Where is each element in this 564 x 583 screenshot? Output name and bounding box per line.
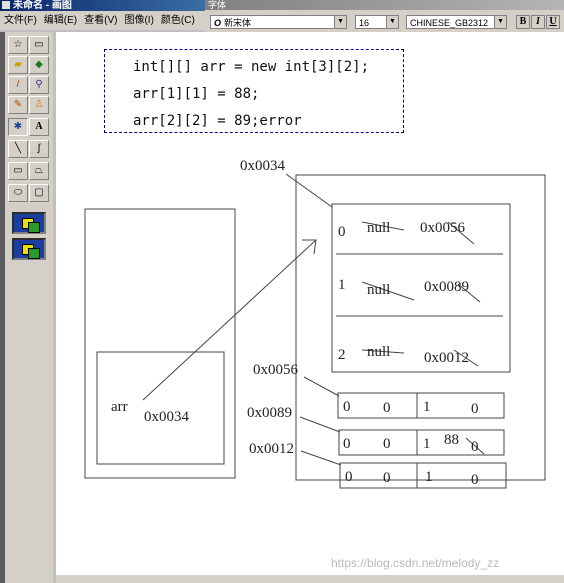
charset-value: CHINESE_GB2312 <box>410 18 489 28</box>
arr-variable-label: arr <box>111 399 128 415</box>
color-palette-icon[interactable] <box>12 212 46 234</box>
status-strip <box>56 575 564 583</box>
polygon-icon[interactable]: ⏢ <box>29 162 49 180</box>
menu-edit[interactable]: 编辑(E) <box>44 15 77 26</box>
drawing-canvas[interactable]: int[][] arr = new int[3][2]; arr[1][1] =… <box>56 32 564 575</box>
window-title: 未命名 - 画图 <box>13 0 72 11</box>
rounded-rect-icon[interactable]: ▢ <box>29 184 49 202</box>
cell-index: 0 <box>343 436 351 452</box>
font-name-value: 新宋体 <box>224 18 252 28</box>
ellipse-icon[interactable]: ⬭ <box>8 184 28 202</box>
row-ref-address: 0x0012 <box>424 350 469 366</box>
rect-select-icon[interactable]: ▭ <box>29 36 49 54</box>
color-swap-icon[interactable] <box>12 238 46 260</box>
fill-bucket-icon[interactable]: ◆ <box>29 56 49 74</box>
inner-array-address: 0x0012 <box>249 441 294 457</box>
font-size-select[interactable]: 16 ▼ <box>355 15 399 29</box>
eyedropper-icon[interactable]: / <box>8 76 28 94</box>
font-toolbar: 字体 O 新宋体 ▼ 16 ▼ CHINESE_GB2312 ▼ B I U <box>205 0 564 33</box>
inner-array-box <box>339 462 507 489</box>
tool-box: ☆ ▭ ▰ ◆ / ⚲ ✎ ♙ ✱ A ╲ ∫ ▭ ⏢ ⬭ ▢ <box>5 32 53 583</box>
row-index: 2 <box>338 347 346 363</box>
cell-new-value: 88 <box>444 432 459 448</box>
underline-button[interactable]: U <box>546 15 560 29</box>
magnifier-icon[interactable]: ⚲ <box>29 76 49 94</box>
inner-array-address: 0x0089 <box>247 405 292 421</box>
cell-value: 0 <box>383 400 391 416</box>
row-old-value: null <box>367 220 391 236</box>
menu-view[interactable]: 查看(V) <box>84 15 117 26</box>
chevron-down-icon[interactable]: ▼ <box>494 16 506 28</box>
eraser-icon[interactable]: ▰ <box>8 56 28 74</box>
row-index: 1 <box>338 277 346 293</box>
menu-bar: 文件(F) 编辑(E) 查看(V) 图像(I) 颜色(C) <box>0 11 205 30</box>
free-select-icon[interactable]: ☆ <box>8 36 28 54</box>
menu-file[interactable]: 文件(F) <box>4 15 37 26</box>
chevron-down-icon[interactable]: ▼ <box>334 16 346 28</box>
menu-image[interactable]: 图像(I) <box>124 15 153 26</box>
cell-value: 0 <box>471 439 479 455</box>
pencil-icon[interactable]: ✎ <box>8 96 28 114</box>
font-toolbar-title[interactable]: 字体 <box>205 0 564 10</box>
bold-button[interactable]: B <box>516 15 530 29</box>
memory-diagram <box>84 173 546 489</box>
inner-array-box <box>338 429 505 456</box>
cell-value: 0 <box>471 401 479 417</box>
chevron-down-icon[interactable]: ▼ <box>386 16 398 28</box>
font-size-value: 16 <box>359 18 370 28</box>
line-icon[interactable]: ╲ <box>8 140 28 158</box>
outer-array-address: 0x0034 <box>240 158 285 174</box>
row-old-value: null <box>367 282 391 298</box>
cell-value: 0 <box>471 472 479 488</box>
cell-index: 1 <box>423 399 431 415</box>
brush-icon[interactable]: ♙ <box>29 96 49 114</box>
cell-value: 0 <box>383 436 391 452</box>
cell-index: 0 <box>345 469 353 485</box>
row-old-value: null <box>367 344 391 360</box>
menu-colors[interactable]: 颜色(C) <box>161 15 195 26</box>
charset-select[interactable]: CHINESE_GB2312 ▼ <box>406 15 507 29</box>
inner-array-address: 0x0056 <box>253 362 298 378</box>
row-ref-address: 0x0089 <box>424 279 469 295</box>
window-titlebar[interactable]: 未命名 - 画图 <box>0 0 205 11</box>
arr-variable-value: 0x0034 <box>144 409 189 425</box>
paint-app-icon <box>2 1 10 9</box>
truetype-font-icon: O <box>214 18 222 28</box>
font-name-select[interactable]: O 新宋体 ▼ <box>210 15 347 29</box>
inner-array-box <box>337 392 505 419</box>
stack-frame-box <box>84 208 236 479</box>
text-tool-icon[interactable]: A <box>29 118 49 136</box>
cell-value: 0 <box>383 470 391 486</box>
italic-button[interactable]: I <box>531 15 545 29</box>
row-ref-address: 0x0056 <box>420 220 465 236</box>
cell-index: 0 <box>343 399 351 415</box>
curve-icon[interactable]: ∫ <box>29 140 49 158</box>
cell-index: 1 <box>425 469 433 485</box>
rectangle-icon[interactable]: ▭ <box>8 162 28 180</box>
cell-index: 1 <box>423 436 431 452</box>
airbrush-icon[interactable]: ✱ <box>8 118 28 136</box>
row-index: 0 <box>338 224 346 240</box>
watermark: https://blog.csdn.net/melody_zz <box>331 556 500 570</box>
